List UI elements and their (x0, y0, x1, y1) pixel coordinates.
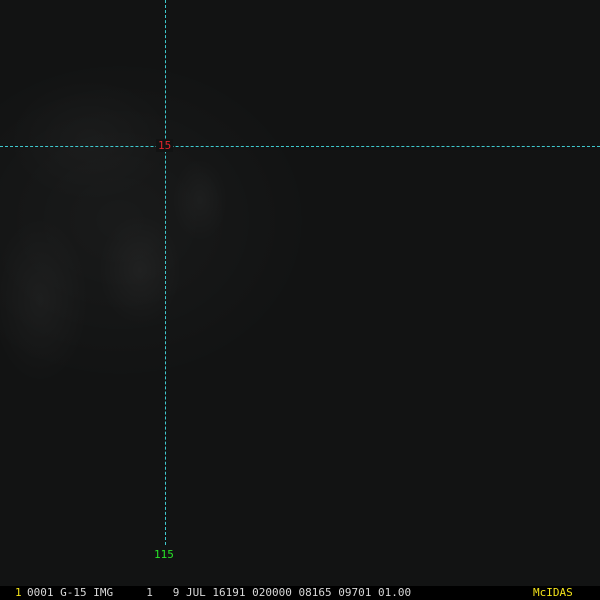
satellite-image-viewport[interactable]: 15 115 1 0001 G-15 IMG 1 9 JUL 16191 020… (0, 0, 600, 600)
longitude-label: 115 (154, 548, 174, 561)
image-header-text: 0001 G-15 IMG 1 9 JUL 16191 020000 08165… (27, 586, 412, 599)
longitude-grid-line (165, 0, 166, 545)
frame-number: 1 (15, 586, 22, 599)
latitude-grid-line (0, 146, 600, 147)
satellite-imagery (0, 0, 600, 600)
latitude-label: 15 (156, 139, 174, 152)
image-header-bar: 1 0001 G-15 IMG 1 9 JUL 16191 020000 081… (0, 586, 600, 600)
mcidas-brand: McIDAS (533, 586, 573, 599)
